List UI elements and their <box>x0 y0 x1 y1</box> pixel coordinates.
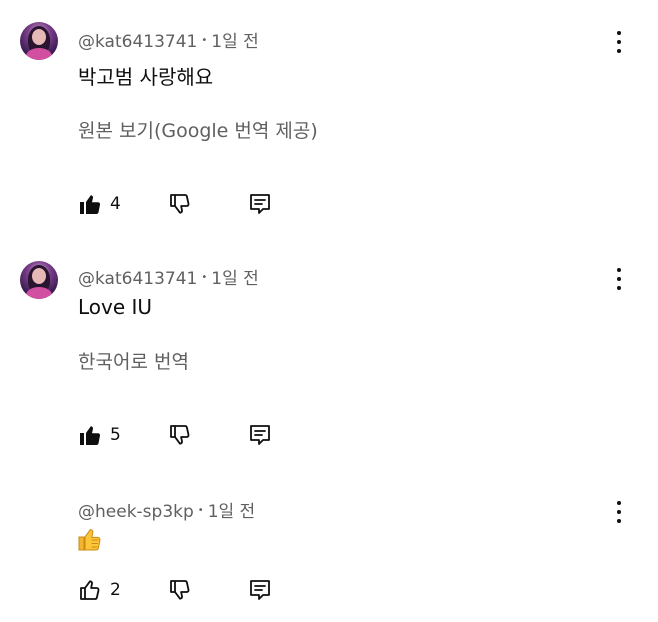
comment-meta: @kat6413741 • 1일 전 <box>78 27 259 52</box>
comment-meta: @kat6413741 • 1일 전 <box>78 264 259 289</box>
like-button[interactable]: 4 <box>78 191 121 217</box>
like-count: 5 <box>110 425 121 445</box>
comment-meta: @heek-sp3kp • 1일 전 <box>78 497 255 522</box>
comment-text: 박고범 사랑해요 <box>78 65 214 89</box>
comment-list: @kat6413741 • 1일 전 박고범 사랑해요 원본 보기(Google 번… <box>0 0 658 622</box>
comment-item: @kat6413741 • 1일 전 박고범 사랑해요 원본 보기(Google 번… <box>0 0 658 230</box>
reply-button[interactable] <box>248 191 272 217</box>
like-button[interactable]: 2 <box>78 577 121 603</box>
comment-author[interactable]: @kat6413741 <box>78 269 197 289</box>
thumb-up-filled-icon <box>80 426 101 445</box>
comment-text: Love IU <box>78 295 153 319</box>
avatar-body <box>26 48 52 60</box>
dislike-button[interactable] <box>168 422 192 448</box>
thumbs-up-emoji <box>78 529 101 551</box>
avatar-face <box>32 268 46 284</box>
comment-item: @kat6413741 • 1일 전 Love IU 한국어로 번역 5 <box>0 240 658 470</box>
meta-separator: • <box>201 271 208 283</box>
comment-actions: 5 <box>78 422 298 448</box>
more-vert-icon[interactable] <box>607 29 631 55</box>
reply-button[interactable] <box>248 577 272 603</box>
like-count: 4 <box>110 194 121 214</box>
thumb-down-outline-icon <box>170 425 190 445</box>
reply-comment-icon <box>250 580 270 600</box>
comment-author[interactable]: @heek-sp3kp <box>78 502 194 522</box>
like-count: 2 <box>110 580 121 600</box>
translate-link[interactable]: 원본 보기(Google 번역 제공) <box>78 116 318 143</box>
meta-separator: • <box>197 504 204 516</box>
avatar-face <box>32 29 46 45</box>
thumb-down-outline-icon <box>170 194 190 214</box>
comment-author[interactable]: @kat6413741 <box>78 32 197 52</box>
thumb-up-filled-icon <box>80 195 101 214</box>
more-vert-icon[interactable] <box>607 266 631 292</box>
comment-time[interactable]: 1일 전 <box>211 269 259 289</box>
thumb-up-outline-icon <box>80 580 100 600</box>
comment-time[interactable]: 1일 전 <box>211 32 259 52</box>
comment-time[interactable]: 1일 전 <box>208 502 256 522</box>
avatar[interactable] <box>20 22 58 60</box>
avatar-body <box>26 287 52 299</box>
reply-comment-icon <box>250 194 270 214</box>
comment-actions: 4 <box>78 191 298 217</box>
meta-separator: • <box>201 34 208 46</box>
more-vert-icon[interactable] <box>607 499 631 525</box>
like-button[interactable]: 5 <box>78 422 121 448</box>
reply-button[interactable] <box>248 422 272 448</box>
comment-actions: 2 <box>78 577 298 603</box>
avatar[interactable] <box>20 261 58 299</box>
translate-link[interactable]: 한국어로 번역 <box>78 347 189 374</box>
reply-comment-icon <box>250 425 270 445</box>
thumb-down-outline-icon <box>170 580 190 600</box>
dislike-button[interactable] <box>168 577 192 603</box>
comment-item: @heek-sp3kp • 1일 전 2 <box>0 470 658 622</box>
dislike-button[interactable] <box>168 191 192 217</box>
